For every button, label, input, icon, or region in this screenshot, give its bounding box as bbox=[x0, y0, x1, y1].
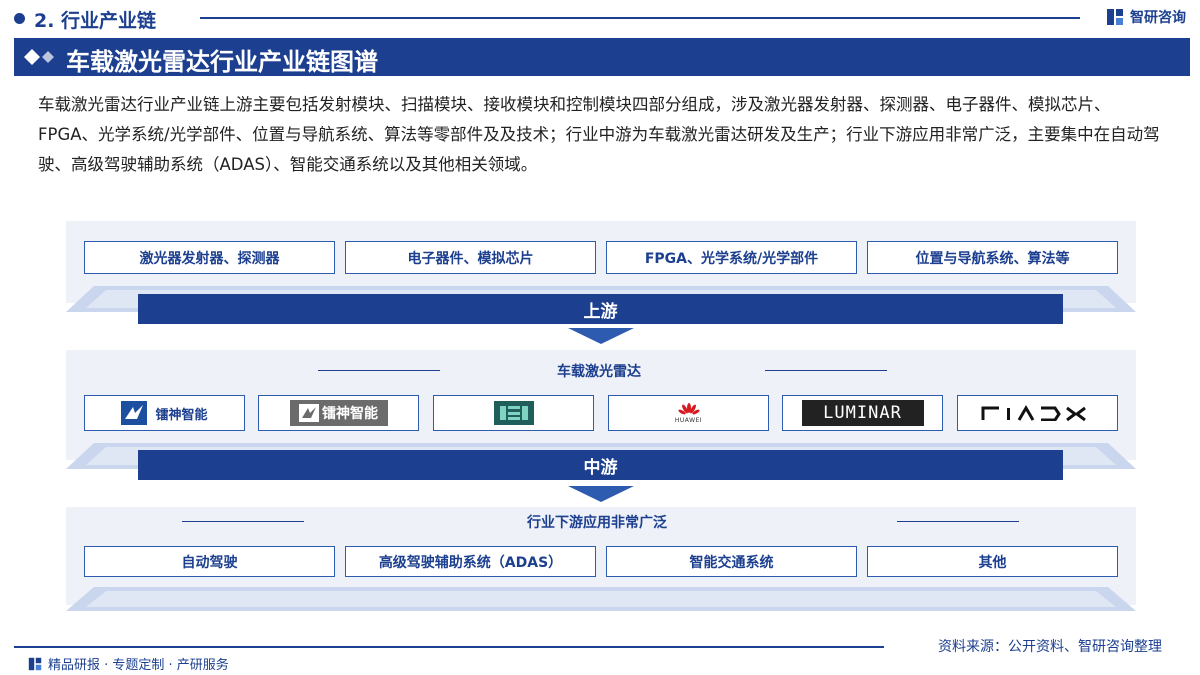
logo-leishen-dark: 镭神智能 bbox=[258, 395, 419, 431]
page-title: 车载激光雷达行业产业链图谱 bbox=[66, 48, 378, 76]
leishen-dark-text: 镭神智能 bbox=[322, 406, 378, 422]
logo-huawei: HUAWEI bbox=[608, 395, 769, 431]
midstream-subtitle: 车载激光雷达 bbox=[557, 364, 641, 380]
title-bar: 车载激光雷达行业产业链图谱 bbox=[14, 38, 1190, 76]
upstream-item-4: 位置与导航系统、算法等 bbox=[867, 241, 1118, 274]
teal-mark-icon bbox=[493, 401, 534, 425]
leishen-mark-icon bbox=[121, 401, 148, 425]
huawei-text: HUAWEI bbox=[674, 416, 703, 424]
upstream-item-3: FPGA、光学系统/光学部件 bbox=[606, 241, 857, 274]
luminar-text: LUMINAR bbox=[823, 403, 902, 423]
subtitle-rule-left bbox=[182, 521, 304, 522]
diamond-icon bbox=[24, 49, 54, 65]
header-rule bbox=[200, 17, 1080, 19]
leishen-dark-mark-icon bbox=[299, 404, 319, 422]
riadx-logo-icon bbox=[981, 405, 1086, 421]
upstream-item-2: 电子器件、模拟芯片 bbox=[345, 241, 596, 274]
upstream-label: 上游 bbox=[138, 294, 1063, 324]
downstream-item-4: 其他 bbox=[867, 546, 1118, 577]
source-note: 资料来源：公开资料、智研咨询整理 bbox=[938, 639, 1162, 655]
intro-paragraph: 车载激光雷达行业产业链上游主要包括发射模块、扫描模块、接收模块和控制模块四部分组… bbox=[38, 95, 1160, 174]
subtitle-rule-right bbox=[765, 370, 887, 371]
downstream-item-3: 智能交通系统 bbox=[606, 546, 857, 577]
footer-tagline: 精品研报 · 专题定制 · 产研服务 bbox=[48, 658, 229, 673]
midstream-label: 中游 bbox=[138, 450, 1063, 480]
brand-mark-icon bbox=[28, 657, 42, 670]
top-header: 2. 行业产业链 智研咨询 bbox=[0, 0, 1200, 36]
footer-brand: 精品研报 · 专题定制 · 产研服务 bbox=[28, 654, 229, 673]
brand-logo: 智研咨询 bbox=[1106, 6, 1186, 28]
huawei-flower-icon bbox=[677, 402, 700, 414]
downstream-item-1: 自动驾驶 bbox=[84, 546, 335, 577]
downstream-platform bbox=[66, 587, 1136, 611]
subtitle-rule-left bbox=[318, 370, 440, 371]
brand-mark-icon bbox=[1107, 9, 1123, 25]
down-arrow-icon bbox=[568, 486, 634, 502]
logo-luminar: LUMINAR bbox=[782, 395, 943, 431]
logo-riadx bbox=[957, 395, 1118, 431]
footer-rule bbox=[14, 646, 884, 648]
downstream-item-2: 高级驾驶辅助系统（ADAS） bbox=[345, 546, 596, 577]
brand-name: 智研咨询 bbox=[1130, 10, 1186, 26]
upstream-item-1: 激光器发射器、探测器 bbox=[84, 241, 335, 274]
logo-leishen-light: 镭神智能 bbox=[84, 395, 245, 431]
bullet-dot-icon bbox=[14, 13, 25, 24]
section-title: 2. 行业产业链 bbox=[34, 10, 157, 32]
down-arrow-icon bbox=[568, 328, 634, 344]
logo-teal-mark bbox=[433, 395, 594, 431]
downstream-subtitle: 行业下游应用非常广泛 bbox=[527, 515, 667, 531]
subtitle-rule-right bbox=[897, 521, 1019, 522]
leishen-text: 镭神智能 bbox=[155, 407, 208, 423]
